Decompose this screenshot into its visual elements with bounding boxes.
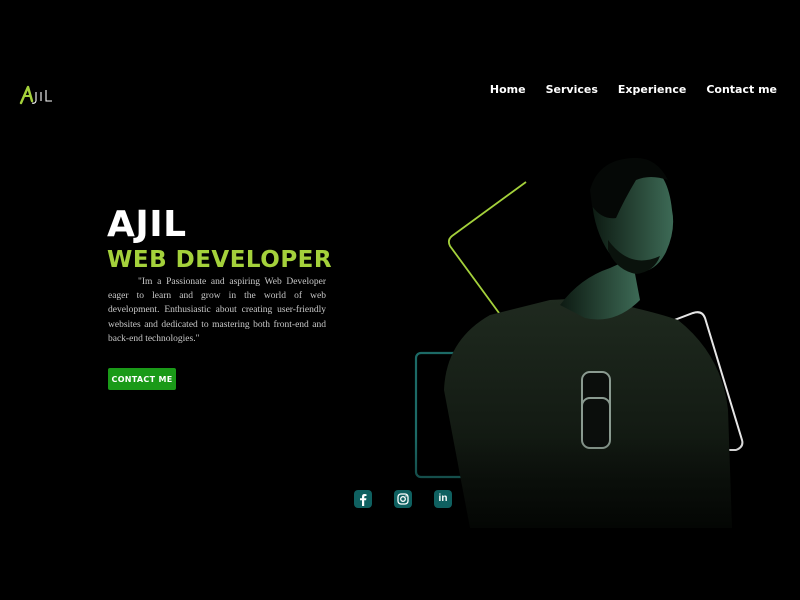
nav-experience[interactable]: Experience [618,83,686,96]
social-links: in [354,490,452,508]
facebook-icon[interactable] [354,490,372,508]
logo-mark [19,85,52,105]
instagram-icon[interactable] [394,490,412,508]
portrait-illustration [410,150,760,530]
nav-home[interactable]: Home [490,83,526,96]
main-nav: Home Services Experience Contact me [490,83,777,96]
hero-bio: "Im a Passionate and aspiring Web Develo… [108,277,326,344]
logo[interactable] [19,84,59,106]
nav-contact[interactable]: Contact me [706,83,777,96]
linkedin-icon[interactable]: in [434,490,452,508]
hero-role: WEB DEVELOPER [107,247,333,273]
portrait [410,150,760,530]
nav-services[interactable]: Services [546,83,598,96]
linkedin-text: in [438,493,448,504]
contact-me-button[interactable]: CONTACT ME [108,368,176,390]
hero-name: AJIL [107,204,187,245]
